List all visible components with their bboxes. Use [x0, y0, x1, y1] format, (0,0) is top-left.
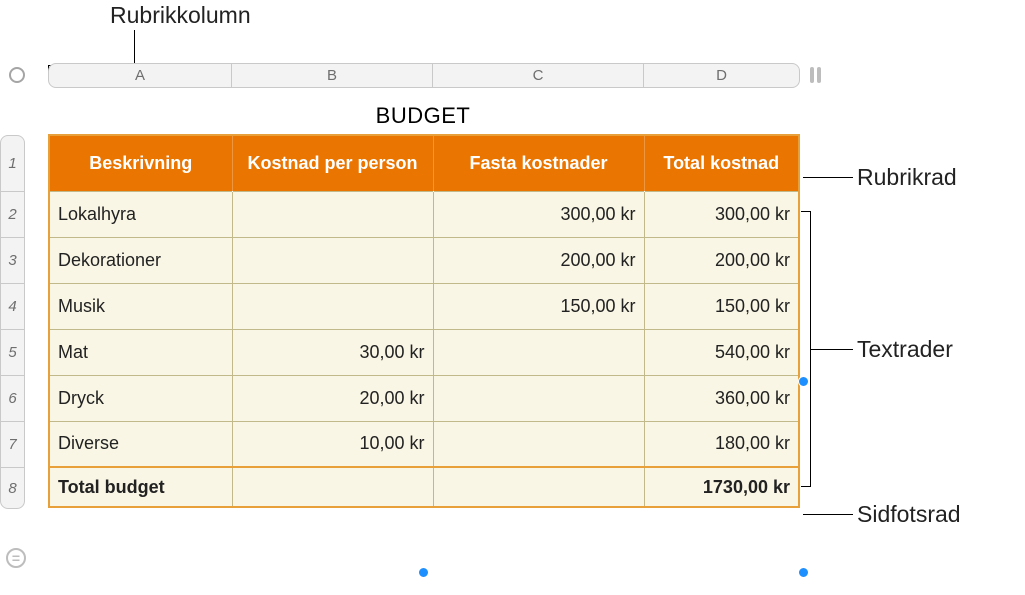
table-row: Musik 150,00 kr 150,00 kr — [49, 283, 799, 329]
callout-sidfotsrad: Sidfotsrad — [857, 501, 961, 528]
col-header-b[interactable]: B — [232, 64, 433, 87]
row-header-8[interactable]: 8 — [1, 468, 24, 508]
row-header-2[interactable]: 2 — [1, 192, 24, 238]
row-header-3[interactable]: 3 — [1, 238, 24, 284]
cell[interactable] — [232, 467, 433, 507]
leader-line — [803, 514, 853, 515]
footer-row: Total budget 1730,00 kr — [49, 467, 799, 507]
cell[interactable]: 200,00 kr — [644, 237, 799, 283]
cell[interactable] — [232, 283, 433, 329]
formula-equals-icon[interactable]: = — [6, 548, 26, 568]
cell[interactable] — [433, 467, 644, 507]
cell[interactable]: Lokalhyra — [49, 191, 232, 237]
cell[interactable]: 300,00 kr — [644, 191, 799, 237]
cell[interactable]: 360,00 kr — [644, 375, 799, 421]
table-row: Dryck 20,00 kr 360,00 kr — [49, 375, 799, 421]
header-total-kostnad[interactable]: Total kostnad — [644, 135, 799, 191]
col-header-d[interactable]: D — [644, 64, 799, 87]
callout-rubrikrad: Rubrikrad — [857, 164, 957, 191]
table-title[interactable]: BUDGET — [48, 98, 798, 134]
cell[interactable]: Diverse — [49, 421, 232, 467]
selection-handle-icon[interactable] — [418, 567, 429, 578]
table-row: Diverse 10,00 kr 180,00 kr — [49, 421, 799, 467]
header-fasta-kostnader[interactable]: Fasta kostnader — [433, 135, 644, 191]
cell[interactable]: 10,00 kr — [232, 421, 433, 467]
column-headers: A B C D — [48, 63, 800, 88]
cell[interactable] — [433, 421, 644, 467]
selection-handle-icon[interactable] — [798, 376, 809, 387]
row-header-7[interactable]: 7 — [1, 422, 24, 468]
cell[interactable]: 300,00 kr — [433, 191, 644, 237]
cell[interactable] — [433, 329, 644, 375]
leader-line — [134, 30, 135, 65]
row-header-6[interactable]: 6 — [1, 376, 24, 422]
cell[interactable]: 150,00 kr — [644, 283, 799, 329]
cell-total-value[interactable]: 1730,00 kr — [644, 467, 799, 507]
cell[interactable]: 540,00 kr — [644, 329, 799, 375]
row-headers: 1 2 3 4 5 6 7 8 — [0, 135, 25, 509]
cell[interactable]: 30,00 kr — [232, 329, 433, 375]
cell[interactable]: Dryck — [49, 375, 232, 421]
cell[interactable]: 200,00 kr — [433, 237, 644, 283]
col-header-a[interactable]: A — [49, 64, 232, 87]
bracket-textrader — [801, 211, 811, 487]
equals-glyph: = — [12, 550, 20, 566]
budget-table[interactable]: Beskrivning Kostnad per person Fasta kos… — [48, 134, 800, 508]
row-header-5[interactable]: 5 — [1, 330, 24, 376]
table-wrap: BUDGET Beskrivning Kostnad per person Fa… — [48, 98, 800, 508]
select-all-circle-icon[interactable] — [9, 67, 25, 83]
table-row: Lokalhyra 300,00 kr 300,00 kr — [49, 191, 799, 237]
add-column-icon[interactable] — [810, 67, 821, 83]
cell[interactable]: Mat — [49, 329, 232, 375]
header-beskrivning[interactable]: Beskrivning — [49, 135, 232, 191]
callout-rubrikkolumn: Rubrikkolumn — [110, 2, 251, 29]
callout-textrader: Textrader — [857, 336, 953, 363]
cell[interactable]: Musik — [49, 283, 232, 329]
header-kostnad-per-person[interactable]: Kostnad per person — [232, 135, 433, 191]
cell-total-label[interactable]: Total budget — [49, 467, 232, 507]
cell[interactable]: 180,00 kr — [644, 421, 799, 467]
cell[interactable] — [232, 237, 433, 283]
table-row: Mat 30,00 kr 540,00 kr — [49, 329, 799, 375]
leader-line — [803, 177, 853, 178]
cell[interactable]: Dekorationer — [49, 237, 232, 283]
header-row: Beskrivning Kostnad per person Fasta kos… — [49, 135, 799, 191]
cell[interactable] — [232, 191, 433, 237]
cell[interactable]: 20,00 kr — [232, 375, 433, 421]
cell[interactable]: 150,00 kr — [433, 283, 644, 329]
leader-line — [811, 349, 853, 350]
row-header-1[interactable]: 1 — [1, 136, 24, 192]
selection-handle-icon[interactable] — [798, 567, 809, 578]
cell[interactable] — [433, 375, 644, 421]
row-header-4[interactable]: 4 — [1, 284, 24, 330]
table-row: Dekorationer 200,00 kr 200,00 kr — [49, 237, 799, 283]
col-header-c[interactable]: C — [433, 64, 644, 87]
